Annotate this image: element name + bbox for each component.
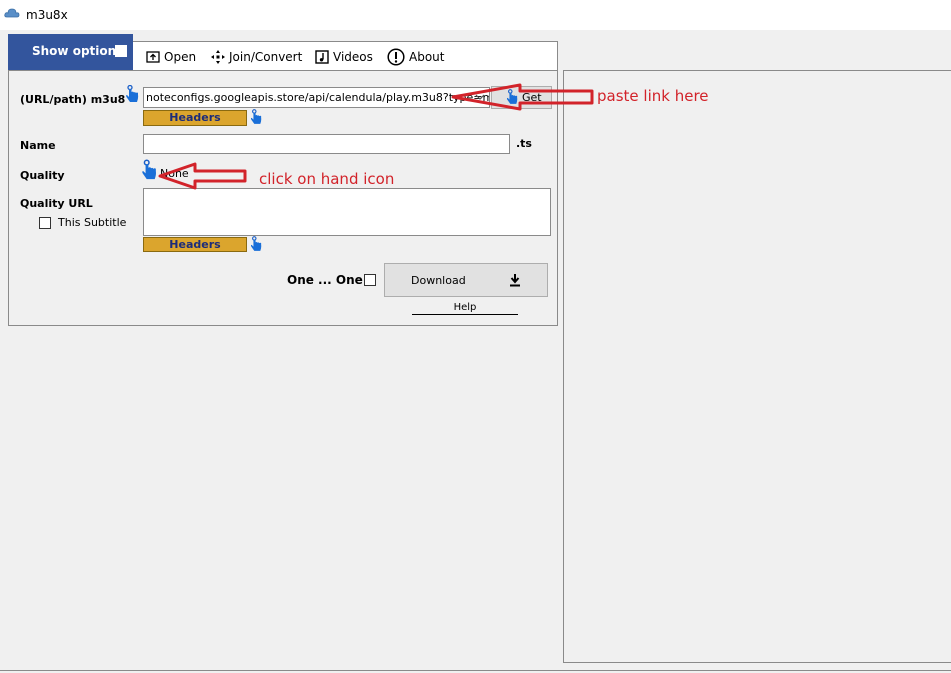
quality-hand-icon[interactable] [141,159,157,181]
output-panel [563,70,951,663]
url-input[interactable]: noteconfigs.googleapis.store/api/calendu… [143,87,490,108]
one-by-one-label: One ... One [287,273,363,287]
menu-videos-label: Videos [333,50,373,64]
show-options-label: Show options [32,44,124,58]
quality-url-label: Quality URL [20,197,93,210]
videos-icon [315,50,329,64]
menu-about-label: About [409,50,445,64]
quality-headers-button[interactable]: Headers [143,237,247,252]
one-by-one-checkbox[interactable] [364,274,376,286]
download-arrow-icon [510,274,520,287]
name-input[interactable] [143,134,510,154]
paste-arrow-annotation [451,83,594,111]
app-cloud-icon [4,8,20,18]
name-label: Name [20,139,56,152]
quality-headers-hand-icon[interactable] [250,236,262,252]
subtitle-label: This Subtitle [58,216,127,229]
subtitle-checkbox[interactable] [39,217,51,229]
click-annotation-text: click on hand icon [259,170,395,188]
help-link[interactable]: Help [412,302,518,315]
headers-button[interactable]: Headers [143,110,247,126]
click-arrow-annotation [158,162,247,190]
about-icon [387,48,405,66]
menu-open-label: Open [164,50,197,64]
menu-about[interactable]: About [387,48,444,66]
url-hand-icon[interactable] [125,85,139,103]
headers-hand-icon[interactable] [250,109,262,125]
open-icon [146,51,160,63]
menu-open[interactable]: Open [146,48,196,66]
menu-join-convert[interactable]: Join/Convert [211,48,302,66]
join-convert-icon [211,50,225,64]
quality-label: Quality [20,169,65,182]
url-label: (URL/path) m3u8 [20,93,126,106]
title-bar [0,0,951,30]
paste-annotation-text: paste link here [597,87,709,105]
menu-join-convert-label: Join/Convert [229,50,303,64]
window-title: m3u8x [26,8,68,22]
show-options-tab[interactable]: Show options [8,34,133,70]
bottom-divider [0,670,951,671]
download-button[interactable]: Download [384,263,548,297]
quality-url-textarea[interactable] [143,188,551,236]
show-options-checkbox[interactable] [115,45,127,57]
download-label: Download [411,274,466,287]
menu-videos[interactable]: Videos [315,48,373,66]
name-suffix: .ts [516,137,532,150]
